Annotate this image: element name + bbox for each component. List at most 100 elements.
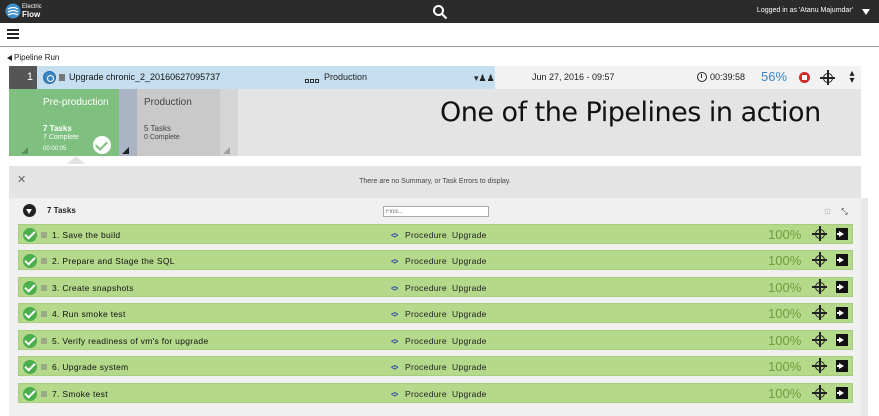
task-progress: 100% bbox=[768, 359, 802, 374]
task-progress: 100% bbox=[768, 306, 802, 321]
procedure-name[interactable]: Upgrade bbox=[452, 389, 487, 399]
go-to-icon[interactable] bbox=[836, 360, 848, 372]
task-type-icon bbox=[41, 285, 47, 291]
go-to-icon[interactable] bbox=[836, 387, 848, 399]
task-name[interactable]: 3. Create snapshots bbox=[52, 283, 134, 293]
run-number: 1 bbox=[9, 66, 37, 89]
stage-gate-end[interactable] bbox=[220, 89, 238, 156]
task-row[interactable]: 6. Upgrade system <> Procedure Upgrade 1… bbox=[18, 356, 853, 376]
task-name[interactable]: 4. Run smoke test bbox=[52, 309, 126, 319]
target-icon[interactable] bbox=[820, 70, 835, 85]
breadcrumb-label[interactable]: Pipeline Run bbox=[14, 53, 59, 62]
gate-corner-icon bbox=[122, 147, 129, 154]
go-to-icon[interactable] bbox=[836, 307, 848, 319]
fullscreen-icon[interactable]: ⤡ bbox=[840, 207, 849, 216]
task-type-icon bbox=[41, 338, 47, 344]
procedure-name[interactable]: Upgrade bbox=[452, 336, 487, 346]
task-type-icon bbox=[41, 364, 47, 370]
search-icon[interactable] bbox=[432, 4, 448, 20]
stage-name: Pre-production bbox=[43, 97, 109, 108]
stage-gate[interactable] bbox=[119, 89, 137, 156]
checkmark-icon bbox=[93, 136, 111, 154]
target-icon[interactable] bbox=[812, 305, 827, 320]
procedure-icon: <> bbox=[391, 337, 398, 346]
task-name[interactable]: 1. Save the build bbox=[52, 230, 120, 240]
brand-name[interactable]: Electric Flow bbox=[22, 4, 42, 19]
environment-name: Production bbox=[324, 72, 368, 82]
target-icon[interactable] bbox=[812, 279, 827, 294]
stop-icon[interactable] bbox=[799, 72, 810, 83]
success-check-icon bbox=[23, 360, 37, 374]
task-type: Procedure bbox=[405, 256, 447, 266]
task-row[interactable]: 1. Save the build <> Procedure Upgrade 1… bbox=[18, 224, 853, 244]
stage-time: 00:00:05 bbox=[43, 146, 67, 152]
task-name[interactable]: 6. Upgrade system bbox=[52, 362, 128, 372]
procedure-icon: <> bbox=[391, 310, 398, 319]
procedure-icon: <> bbox=[391, 390, 398, 399]
success-check-icon bbox=[23, 228, 37, 242]
task-type: Procedure bbox=[405, 230, 447, 240]
task-progress: 100% bbox=[768, 253, 802, 268]
login-status[interactable]: Logged in as 'Atanu Majumdar' bbox=[757, 7, 853, 14]
stage-production[interactable]: Production 5 Tasks 0 Complete bbox=[137, 89, 220, 156]
run-info-bar: Upgrade chronic_2_20160627095737 Product… bbox=[37, 66, 495, 89]
stage-task-count: 7 Tasks bbox=[43, 124, 72, 133]
corner-resize-icon bbox=[21, 147, 28, 154]
success-check-icon bbox=[23, 387, 37, 401]
task-type-icon bbox=[41, 311, 47, 317]
target-icon[interactable] bbox=[812, 252, 827, 267]
task-progress: 100% bbox=[768, 386, 802, 401]
task-type: Procedure bbox=[405, 362, 447, 372]
download-icon[interactable] bbox=[23, 204, 36, 217]
target-icon[interactable] bbox=[812, 358, 827, 373]
annotation-text: One of the Pipelines in action bbox=[440, 97, 821, 128]
breadcrumb[interactable]: Pipeline Run bbox=[7, 53, 59, 62]
procedure-name[interactable]: Upgrade bbox=[452, 309, 487, 319]
success-check-icon bbox=[23, 334, 37, 348]
target-icon[interactable] bbox=[812, 385, 827, 400]
top-bar: Electric Flow Logged in as 'Atanu Majumd… bbox=[0, 0, 879, 23]
task-row[interactable]: 5. Verify readiness of vm's for upgrade … bbox=[18, 330, 853, 350]
procedure-name[interactable]: Upgrade bbox=[452, 256, 487, 266]
back-arrow-icon[interactable] bbox=[7, 54, 12, 61]
task-row[interactable]: 7. Smoke test <> Procedure Upgrade 100% bbox=[18, 383, 853, 403]
procedure-icon: <> bbox=[391, 257, 398, 266]
task-progress: 100% bbox=[768, 280, 802, 295]
tasks-panel: 7 Tasks ⊡ ⤡ 1. Save the build <> Procedu… bbox=[9, 198, 861, 416]
task-name[interactable]: 2. Prepare and Stage the SQL bbox=[52, 256, 175, 266]
task-row[interactable]: 4. Run smoke test <> Procedure Upgrade 1… bbox=[18, 303, 853, 323]
scrollbar[interactable] bbox=[861, 198, 868, 416]
task-type-icon bbox=[41, 232, 47, 238]
stage-task-count: 5 Tasks bbox=[144, 124, 171, 133]
go-to-icon[interactable] bbox=[836, 334, 848, 346]
task-name[interactable]: 5. Verify readiness of vm's for upgrade bbox=[52, 336, 208, 346]
run-elapsed-time: 00:39:58 bbox=[710, 72, 746, 82]
target-icon[interactable] bbox=[812, 332, 827, 347]
task-row[interactable]: 2. Prepare and Stage the SQL <> Procedur… bbox=[18, 250, 853, 270]
go-to-icon[interactable] bbox=[836, 228, 848, 240]
find-input[interactable] bbox=[383, 206, 489, 217]
hamburger-menu-icon[interactable] bbox=[7, 29, 19, 39]
task-row[interactable]: 3. Create snapshots <> Procedure Upgrade… bbox=[18, 277, 853, 297]
collapse-icon[interactable]: ⊡ bbox=[823, 207, 832, 216]
task-type: Procedure bbox=[405, 309, 447, 319]
run-name[interactable]: Upgrade chronic_2_20160627095737 bbox=[69, 72, 220, 82]
chevron-down-icon[interactable] bbox=[862, 9, 870, 15]
stage-pre-production[interactable]: Pre-production 7 Tasks 7 Complete 00:00:… bbox=[9, 89, 119, 156]
go-to-icon[interactable] bbox=[836, 254, 848, 266]
task-name[interactable]: 7. Smoke test bbox=[52, 389, 108, 399]
electricflow-logo-icon[interactable] bbox=[5, 3, 21, 19]
success-check-icon bbox=[23, 281, 37, 295]
stage-complete-count: 0 Complete bbox=[144, 134, 180, 141]
task-type-icon bbox=[41, 258, 47, 264]
summary-message: There are no Summary, or Task Errors to … bbox=[359, 178, 511, 185]
procedure-name[interactable]: Upgrade bbox=[452, 283, 487, 293]
procedure-name[interactable]: Upgrade bbox=[452, 362, 487, 372]
brand-line2: Flow bbox=[22, 10, 41, 19]
go-to-icon[interactable] bbox=[836, 281, 848, 293]
filter-users-icon[interactable]: ▾♟♟ bbox=[474, 73, 495, 84]
target-icon[interactable] bbox=[812, 226, 827, 241]
gate-corner-icon bbox=[223, 147, 230, 154]
expand-icon[interactable]: ▴ ▾ bbox=[848, 69, 856, 86]
procedure-name[interactable]: Upgrade bbox=[452, 230, 487, 240]
